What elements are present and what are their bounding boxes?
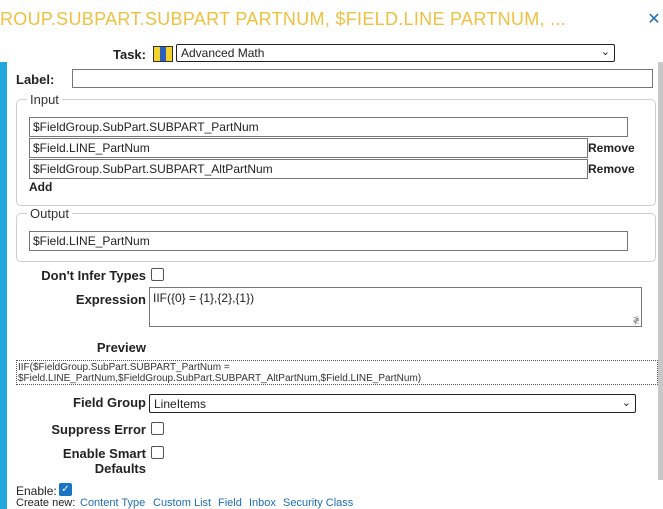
input-field-1[interactable]: $FieldGroup.SubPart.SUBPART_PartNum bbox=[29, 117, 628, 137]
expression-value: IIF({0} = {1},{2},{1}) bbox=[153, 291, 255, 305]
remove-input-3-button[interactable]: Remove bbox=[588, 162, 635, 176]
resize-grip-icon[interactable]: ≹ bbox=[632, 316, 640, 325]
label-field-label: Label: bbox=[16, 72, 55, 87]
create-field-link[interactable]: Field bbox=[218, 497, 242, 509]
close-icon[interactable]: ✕ bbox=[647, 12, 661, 28]
preview-line-1: IIF($FieldGroup.SubPart.SUBPART_PartNum … bbox=[18, 362, 230, 373]
field-group-select[interactable]: LineItems ⌄ bbox=[149, 394, 636, 413]
create-content-type-link[interactable]: Content Type bbox=[80, 497, 145, 509]
smart-defaults-label-line-1: Enable Smart bbox=[62, 446, 146, 461]
output-legend: Output bbox=[30, 206, 70, 221]
dont-infer-types-checkbox[interactable] bbox=[151, 268, 164, 281]
smart-defaults-checkbox[interactable] bbox=[151, 446, 164, 459]
left-accent-stripe bbox=[0, 62, 7, 509]
remove-input-2-button[interactable]: Remove bbox=[588, 141, 635, 155]
add-input-button[interactable]: Add bbox=[29, 180, 52, 194]
label-input[interactable] bbox=[72, 69, 653, 88]
create-security-class-link[interactable]: Security Class bbox=[283, 497, 353, 509]
field-group-value: LineItems bbox=[154, 397, 207, 411]
expression-textarea[interactable]: IIF({0} = {1},{2},{1}) ≹ bbox=[149, 287, 642, 327]
title-bar: ROUP.SUBPART.SUBPART PARTNUM, $FIELD.LIN… bbox=[0, 0, 663, 42]
expression-label: Expression bbox=[75, 292, 146, 307]
enable-label: Enable: bbox=[16, 484, 57, 498]
dont-infer-types-label: Don't Infer Types bbox=[41, 268, 146, 283]
task-label: Task: bbox=[113, 47, 146, 62]
dialog-title: ROUP.SUBPART.SUBPART PARTNUM, $FIELD.LIN… bbox=[0, 9, 566, 29]
suppress-error-checkbox[interactable] bbox=[151, 422, 164, 435]
task-select-value: Advanced Math bbox=[181, 46, 265, 60]
input-legend: Input bbox=[30, 92, 59, 107]
create-custom-list-link[interactable]: Custom List bbox=[153, 497, 211, 509]
suppress-error-label: Suppress Error bbox=[51, 422, 146, 437]
scrollbar[interactable] bbox=[658, 62, 663, 480]
smart-defaults-label-line-2: Defaults bbox=[94, 461, 146, 476]
create-new-label: Create new: bbox=[16, 497, 76, 509]
field-group-label: Field Group bbox=[73, 395, 146, 410]
task-select[interactable]: Advanced Math ⌄ bbox=[176, 44, 615, 62]
smart-defaults-label: Enable Smart Defaults bbox=[20, 446, 146, 476]
preview-box: IIF($FieldGroup.SubPart.SUBPART_PartNum … bbox=[16, 360, 658, 385]
chevron-down-icon: ⌄ bbox=[600, 46, 610, 58]
input-field-3[interactable]: $FieldGroup.SubPart.SUBPART_AltPartNum bbox=[29, 159, 588, 179]
input-field-2[interactable]: $Field.LINE_PartNum bbox=[29, 138, 588, 158]
task-type-icon bbox=[153, 46, 173, 62]
create-inbox-link[interactable]: Inbox bbox=[249, 497, 276, 509]
output-field[interactable]: $Field.LINE_PartNum bbox=[29, 231, 628, 251]
enable-checkbox[interactable]: ✓ bbox=[59, 483, 72, 496]
preview-label: Preview bbox=[96, 340, 146, 355]
preview-line-2: $Field.LINE_PartNum,$FieldGroup.SubPart.… bbox=[18, 373, 422, 384]
chevron-down-icon: ⌄ bbox=[621, 397, 631, 409]
